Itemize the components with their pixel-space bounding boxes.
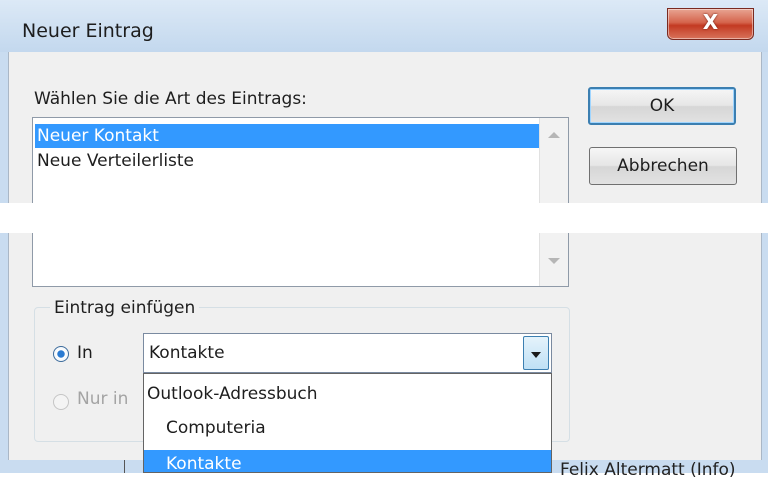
radio-only-in[interactable] [53, 394, 69, 410]
list-item-new-contact[interactable]: Neuer Kontakt [35, 124, 546, 148]
scroll-down-icon[interactable] [548, 258, 560, 264]
ok-button[interactable]: OK [588, 87, 736, 125]
cancel-button[interactable]: Abbrechen [589, 147, 737, 185]
radio-in-label[interactable]: In [77, 343, 93, 363]
chevron-down-icon [531, 352, 541, 358]
close-button[interactable]: X [667, 8, 754, 40]
entry-type-list[interactable]: Neuer Kontakt Neue Verteilerliste [32, 117, 569, 287]
radio-only-in-label: Nur in [77, 389, 129, 409]
scroll-up-icon[interactable] [548, 132, 560, 138]
dialog-window: Neuer Eintrag X Wählen Sie die Art des E… [0, 0, 768, 480]
insert-entry-group-title: Eintrag einfügen [50, 298, 200, 318]
close-icon: X [702, 10, 719, 34]
radio-in[interactable] [53, 346, 69, 362]
folder-combobox[interactable]: Kontakte [143, 333, 552, 373]
background-contact-name: Felix Altermatt (Info) [560, 460, 736, 480]
combo-dropdown-button[interactable] [523, 336, 549, 370]
dropdown-item-computeria[interactable]: Computeria [144, 414, 546, 442]
list-item-new-distribution-list[interactable]: Neue Verteilerliste [35, 149, 194, 173]
screenshot-gap [0, 203, 768, 233]
dropdown-item-kontakte[interactable]: Kontakte [144, 450, 551, 472]
background-divider [124, 460, 125, 473]
title-bar[interactable]: Neuer Eintrag X [0, 0, 768, 52]
entry-type-label: Wählen Sie die Art des Eintrags: [34, 89, 307, 109]
list-scrollbar[interactable] [539, 118, 568, 286]
combo-value: Kontakte [149, 343, 225, 363]
folder-dropdown-list[interactable]: Outlook-Adressbuch Computeria Kontakte [143, 373, 552, 473]
dropdown-item-outlook-addressbook[interactable]: Outlook-Adressbuch [144, 380, 551, 408]
window-title: Neuer Eintrag [22, 20, 154, 42]
